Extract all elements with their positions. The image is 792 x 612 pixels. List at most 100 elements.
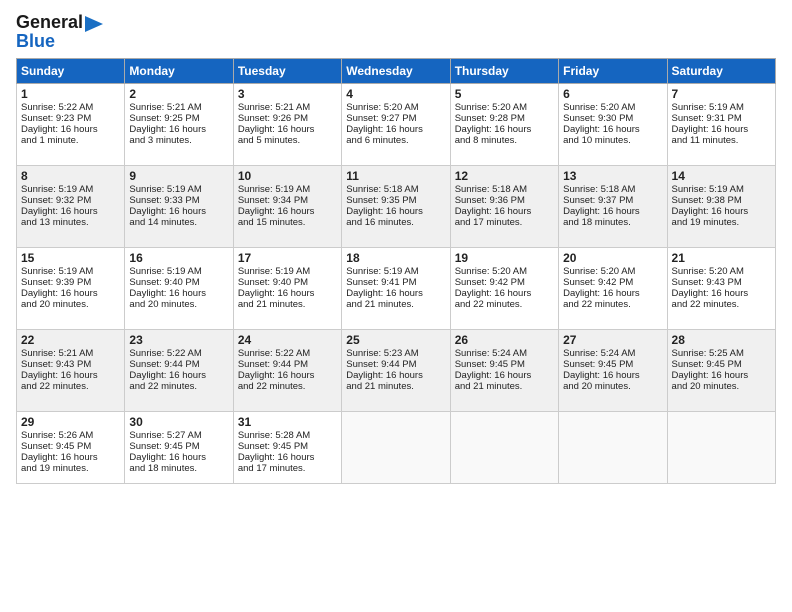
day-info-line: Sunrise: 5:19 AM — [238, 266, 337, 277]
day-info-line: Daylight: 16 hours — [672, 206, 771, 217]
calendar-cell: 31Sunrise: 5:28 AMSunset: 9:45 PMDayligh… — [233, 412, 341, 484]
day-info-line: Sunrise: 5:23 AM — [346, 348, 445, 359]
day-number: 24 — [238, 333, 337, 347]
day-info-line: Sunset: 9:28 PM — [455, 113, 554, 124]
day-info-line: Sunset: 9:32 PM — [21, 195, 120, 206]
day-info-line: and 11 minutes. — [672, 135, 771, 146]
day-number: 5 — [455, 87, 554, 101]
day-info-line: and 20 minutes. — [563, 381, 662, 392]
day-info-line: Sunrise: 5:22 AM — [238, 348, 337, 359]
col-header-monday: Monday — [125, 59, 233, 84]
day-info-line: Sunset: 9:26 PM — [238, 113, 337, 124]
calendar-cell — [450, 412, 558, 484]
day-info-line: Sunrise: 5:20 AM — [563, 266, 662, 277]
day-number: 14 — [672, 169, 771, 183]
day-info-line: Daylight: 16 hours — [21, 452, 120, 463]
day-info-line: Sunset: 9:40 PM — [238, 277, 337, 288]
day-info-line: Daylight: 16 hours — [238, 288, 337, 299]
calendar-table: SundayMondayTuesdayWednesdayThursdayFrid… — [16, 58, 776, 484]
day-info-line: and 22 minutes. — [129, 381, 228, 392]
day-info-line: and 3 minutes. — [129, 135, 228, 146]
day-info-line: Sunset: 9:42 PM — [563, 277, 662, 288]
day-info-line: Daylight: 16 hours — [672, 124, 771, 135]
day-info-line: and 14 minutes. — [129, 217, 228, 228]
day-info-line: Sunrise: 5:20 AM — [672, 266, 771, 277]
day-info-line: and 10 minutes. — [563, 135, 662, 146]
calendar-cell: 22Sunrise: 5:21 AMSunset: 9:43 PMDayligh… — [17, 330, 125, 412]
calendar-cell: 4Sunrise: 5:20 AMSunset: 9:27 PMDaylight… — [342, 84, 450, 166]
day-info-line: Sunrise: 5:21 AM — [21, 348, 120, 359]
calendar-week-row: 1Sunrise: 5:22 AMSunset: 9:23 PMDaylight… — [17, 84, 776, 166]
day-info-line: Sunset: 9:25 PM — [129, 113, 228, 124]
logo-general: General — [16, 12, 83, 33]
day-info-line: Sunrise: 5:21 AM — [238, 102, 337, 113]
day-info-line: and 6 minutes. — [346, 135, 445, 146]
logo: General Blue — [16, 12, 103, 52]
day-info-line: Sunrise: 5:19 AM — [129, 266, 228, 277]
day-number: 1 — [21, 87, 120, 101]
day-info-line: Sunrise: 5:19 AM — [672, 184, 771, 195]
day-number: 26 — [455, 333, 554, 347]
calendar-cell: 7Sunrise: 5:19 AMSunset: 9:31 PMDaylight… — [667, 84, 775, 166]
day-info-line: Sunrise: 5:24 AM — [563, 348, 662, 359]
day-info-line: Daylight: 16 hours — [21, 288, 120, 299]
calendar-cell: 8Sunrise: 5:19 AMSunset: 9:32 PMDaylight… — [17, 166, 125, 248]
day-info-line: and 19 minutes. — [21, 463, 120, 474]
day-info-line: Daylight: 16 hours — [238, 370, 337, 381]
day-info-line: and 22 minutes. — [563, 299, 662, 310]
day-info-line: Sunrise: 5:18 AM — [563, 184, 662, 195]
day-info-line: Daylight: 16 hours — [21, 206, 120, 217]
day-info-line: and 21 minutes. — [346, 381, 445, 392]
day-info-line: Daylight: 16 hours — [21, 124, 120, 135]
calendar-cell: 30Sunrise: 5:27 AMSunset: 9:45 PMDayligh… — [125, 412, 233, 484]
day-info-line: Sunrise: 5:26 AM — [21, 430, 120, 441]
logo-blue: Blue — [16, 31, 55, 52]
day-info-line: Daylight: 16 hours — [346, 206, 445, 217]
calendar-cell: 5Sunrise: 5:20 AMSunset: 9:28 PMDaylight… — [450, 84, 558, 166]
calendar-cell: 28Sunrise: 5:25 AMSunset: 9:45 PMDayligh… — [667, 330, 775, 412]
day-number: 7 — [672, 87, 771, 101]
day-info-line: and 20 minutes. — [672, 381, 771, 392]
day-info-line: Sunset: 9:23 PM — [21, 113, 120, 124]
day-info-line: Sunset: 9:44 PM — [129, 359, 228, 370]
day-info-line: Sunrise: 5:20 AM — [346, 102, 445, 113]
day-info-line: and 16 minutes. — [346, 217, 445, 228]
day-info-line: Sunset: 9:43 PM — [21, 359, 120, 370]
calendar-cell: 27Sunrise: 5:24 AMSunset: 9:45 PMDayligh… — [559, 330, 667, 412]
calendar-cell: 24Sunrise: 5:22 AMSunset: 9:44 PMDayligh… — [233, 330, 341, 412]
day-info-line: Sunrise: 5:19 AM — [672, 102, 771, 113]
day-number: 31 — [238, 415, 337, 429]
day-info-line: and 22 minutes. — [672, 299, 771, 310]
calendar-cell: 23Sunrise: 5:22 AMSunset: 9:44 PMDayligh… — [125, 330, 233, 412]
day-info-line: and 19 minutes. — [672, 217, 771, 228]
day-info-line: Daylight: 16 hours — [21, 370, 120, 381]
day-info-line: Daylight: 16 hours — [346, 288, 445, 299]
calendar-cell: 1Sunrise: 5:22 AMSunset: 9:23 PMDaylight… — [17, 84, 125, 166]
day-info-line: Daylight: 16 hours — [563, 206, 662, 217]
day-number: 17 — [238, 251, 337, 265]
day-info-line: Sunset: 9:41 PM — [346, 277, 445, 288]
day-info-line: Sunset: 9:35 PM — [346, 195, 445, 206]
calendar-cell: 10Sunrise: 5:19 AMSunset: 9:34 PMDayligh… — [233, 166, 341, 248]
day-info-line: Daylight: 16 hours — [346, 370, 445, 381]
day-info-line: Sunrise: 5:27 AM — [129, 430, 228, 441]
day-info-line: Daylight: 16 hours — [129, 370, 228, 381]
calendar-cell: 11Sunrise: 5:18 AMSunset: 9:35 PMDayligh… — [342, 166, 450, 248]
day-info-line: Sunset: 9:44 PM — [346, 359, 445, 370]
day-info-line: Sunrise: 5:19 AM — [21, 266, 120, 277]
day-info-line: Daylight: 16 hours — [455, 288, 554, 299]
col-header-friday: Friday — [559, 59, 667, 84]
day-info-line: and 8 minutes. — [455, 135, 554, 146]
day-number: 22 — [21, 333, 120, 347]
day-info-line: Daylight: 16 hours — [129, 452, 228, 463]
calendar-cell: 6Sunrise: 5:20 AMSunset: 9:30 PMDaylight… — [559, 84, 667, 166]
day-info-line: Sunset: 9:43 PM — [672, 277, 771, 288]
col-header-tuesday: Tuesday — [233, 59, 341, 84]
col-header-sunday: Sunday — [17, 59, 125, 84]
calendar-cell: 20Sunrise: 5:20 AMSunset: 9:42 PMDayligh… — [559, 248, 667, 330]
day-info-line: and 22 minutes. — [238, 381, 337, 392]
calendar-cell: 15Sunrise: 5:19 AMSunset: 9:39 PMDayligh… — [17, 248, 125, 330]
col-header-thursday: Thursday — [450, 59, 558, 84]
calendar-cell — [667, 412, 775, 484]
day-info-line: Daylight: 16 hours — [563, 370, 662, 381]
